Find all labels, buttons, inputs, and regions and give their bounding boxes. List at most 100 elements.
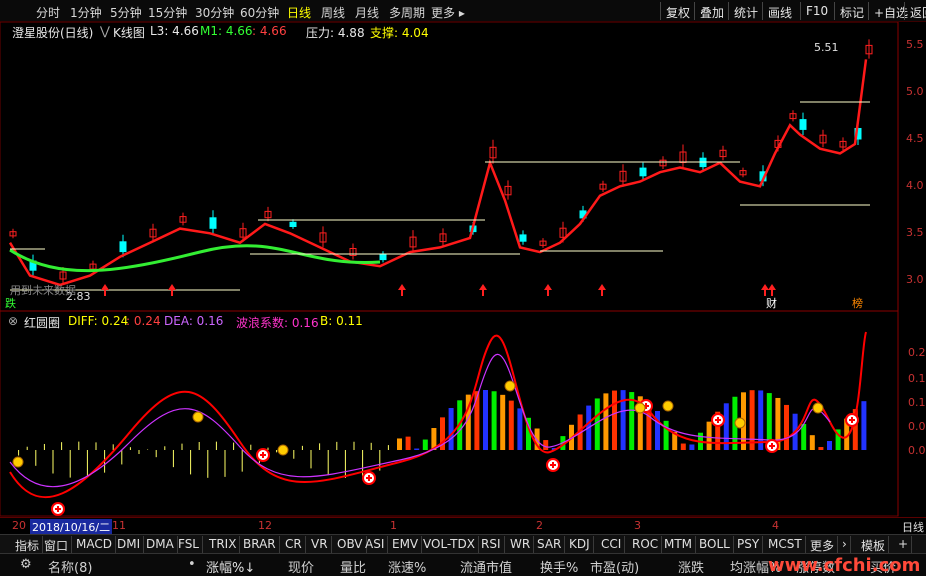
indicator-bar <box>603 393 609 450</box>
buy-arrow-icon <box>168 284 176 296</box>
indicator-layer <box>9 331 867 516</box>
indicator-tab[interactable]: ASI <box>362 536 389 553</box>
period-1min[interactable]: 1分钟 <box>70 4 102 21</box>
column-header-cell[interactable]: 现价 <box>288 557 314 576</box>
overlay-button[interactable]: 叠加 <box>694 2 729 20</box>
period-monthly[interactable]: 月线 <box>355 4 379 21</box>
chart-canvas[interactable]: 5.51 2.83 用到未来数据 跌 财 榜 <box>0 22 926 518</box>
f10-button[interactable]: F10 <box>800 2 833 20</box>
indicator-bar <box>483 390 488 450</box>
candle-body <box>379 254 387 261</box>
indicator-tab[interactable]: TRIX <box>206 536 241 553</box>
indicator-bar <box>491 391 497 450</box>
buy-arrow-icon <box>544 284 552 296</box>
period-fenshi[interactable]: 分时 <box>36 4 60 21</box>
indicator-tab[interactable]: CCI <box>598 536 626 553</box>
period-weekly[interactable]: 周线 <box>321 4 345 21</box>
period-daily[interactable]: 日线 <box>287 4 311 21</box>
indicator-tab[interactable]: + <box>895 536 913 553</box>
flag-finance: 财 <box>766 296 777 310</box>
indicator-bar <box>474 391 480 450</box>
indicator-tab[interactable]: DMA <box>143 536 178 553</box>
indicator-bar <box>448 408 454 450</box>
column-header-cell[interactable]: 量比 <box>340 557 366 576</box>
period-more[interactable]: 更多 ▸ <box>431 4 465 21</box>
indicator-tab[interactable]: CR <box>282 536 306 553</box>
indicator-bar <box>543 440 549 450</box>
buy-arrow-icon <box>398 284 406 296</box>
period-multi[interactable]: 多周期 <box>389 4 425 21</box>
indicator-bar <box>861 401 867 450</box>
period-30min[interactable]: 30分钟 <box>195 4 234 21</box>
fuquan-button[interactable]: 复权 <box>660 2 695 20</box>
site-watermark: www.cfchi.com <box>768 555 921 576</box>
indicator-tab[interactable]: EMV <box>389 536 423 553</box>
gold-coin-icon <box>504 380 516 392</box>
indicator-tab[interactable]: WR <box>507 536 535 553</box>
period-15min[interactable]: 15分钟 <box>148 4 187 21</box>
mark-button[interactable]: 标记 <box>834 2 869 20</box>
indicator-bar <box>827 441 832 450</box>
indicator-tab[interactable]: 更多 <box>807 536 839 553</box>
stats-button[interactable]: 统计 <box>728 2 763 20</box>
period-5min[interactable]: 5分钟 <box>110 4 142 21</box>
indicator-bar <box>612 390 617 450</box>
indicator-tab[interactable]: FSL <box>175 536 203 553</box>
indicator-tab[interactable]: 模板 <box>858 536 890 553</box>
month-label: 3 <box>634 519 641 532</box>
gold-coin-icon <box>12 456 24 468</box>
high-price-label: 5.51 <box>814 41 839 54</box>
column-header-cell[interactable]: • <box>188 557 196 572</box>
future-data-watermark: 用到未来数据 <box>10 283 76 297</box>
indicator-bar <box>818 447 824 450</box>
indicator-tabs: 指标 窗口 MACD DMI DMA FSL TRIX BRAR CR VR OBV ASI EMV VO… <box>0 534 926 553</box>
column-header-cell[interactable]: 涨幅%↓ <box>206 557 255 576</box>
draw-button[interactable]: 画线 <box>762 2 797 20</box>
indicator-bar <box>801 423 807 450</box>
indicator-tab[interactable]: BRAR <box>240 536 280 553</box>
flag-rank: 榜 <box>852 296 863 310</box>
indicator-bar <box>414 448 420 450</box>
indicator-tab[interactable]: MACD <box>73 536 116 553</box>
settings-icon[interactable]: ⚙ <box>20 557 32 572</box>
indicator-tab[interactable]: MCST <box>765 536 806 553</box>
indicator-tab[interactable]: RSI <box>478 536 505 553</box>
indicator-tab[interactable]: 窗口 <box>41 536 73 553</box>
indicator-tab[interactable]: BOLL <box>696 536 734 553</box>
column-header-cell[interactable]: 涨速% <box>388 557 426 576</box>
indicator-bar <box>517 408 523 450</box>
indicator-tab[interactable]: MTM <box>661 536 697 553</box>
kline-layer <box>8 39 873 296</box>
selected-date: 2018/10/16/二 <box>30 519 113 535</box>
indicator-tab[interactable]: VOL-TDX <box>420 536 479 553</box>
period-toolbar: 分时 1分钟 5分钟 15分钟 30分钟 60分钟 日线 周线 月线 多周期 更… <box>0 0 926 22</box>
indicator-tab[interactable]: DMI <box>114 536 145 553</box>
month-label: 2 <box>536 519 543 532</box>
back-button[interactable]: 返回 <box>904 2 926 20</box>
indicator-bar <box>689 444 695 450</box>
candle-body <box>639 167 647 177</box>
diff-line <box>9 331 867 499</box>
indicator-tab[interactable]: ROC <box>629 536 663 553</box>
candle-body <box>119 241 127 253</box>
column-header-cell[interactable]: 换手% <box>540 557 578 576</box>
column-header-cell[interactable]: 名称(8) <box>48 557 92 576</box>
indicator-bar <box>594 398 600 450</box>
period-60min[interactable]: 60分钟 <box>240 4 279 21</box>
gold-coin-icon <box>634 402 646 414</box>
buy-arrow-icon <box>768 284 776 296</box>
indicator-bar <box>784 404 789 450</box>
indicator-tab[interactable]: 指标 <box>12 536 44 553</box>
indicator-tab[interactable]: KDJ <box>566 536 594 553</box>
ma-line <box>8 59 868 287</box>
buy-arrow-icon <box>761 284 769 296</box>
indicator-tab[interactable]: VR <box>308 536 332 553</box>
indicator-bar <box>749 390 755 450</box>
indicator-tab[interactable]: PSY <box>734 536 764 553</box>
indicator-tab[interactable]: SAR <box>534 536 566 553</box>
gold-coin-icon <box>812 402 824 414</box>
column-header-cell[interactable]: 市盈(动) <box>590 557 639 576</box>
column-header-cell[interactable]: 涨跌 <box>678 557 704 576</box>
indicator-tab[interactable]: › <box>839 536 851 553</box>
column-header-cell[interactable]: 流通市值 <box>460 557 512 576</box>
